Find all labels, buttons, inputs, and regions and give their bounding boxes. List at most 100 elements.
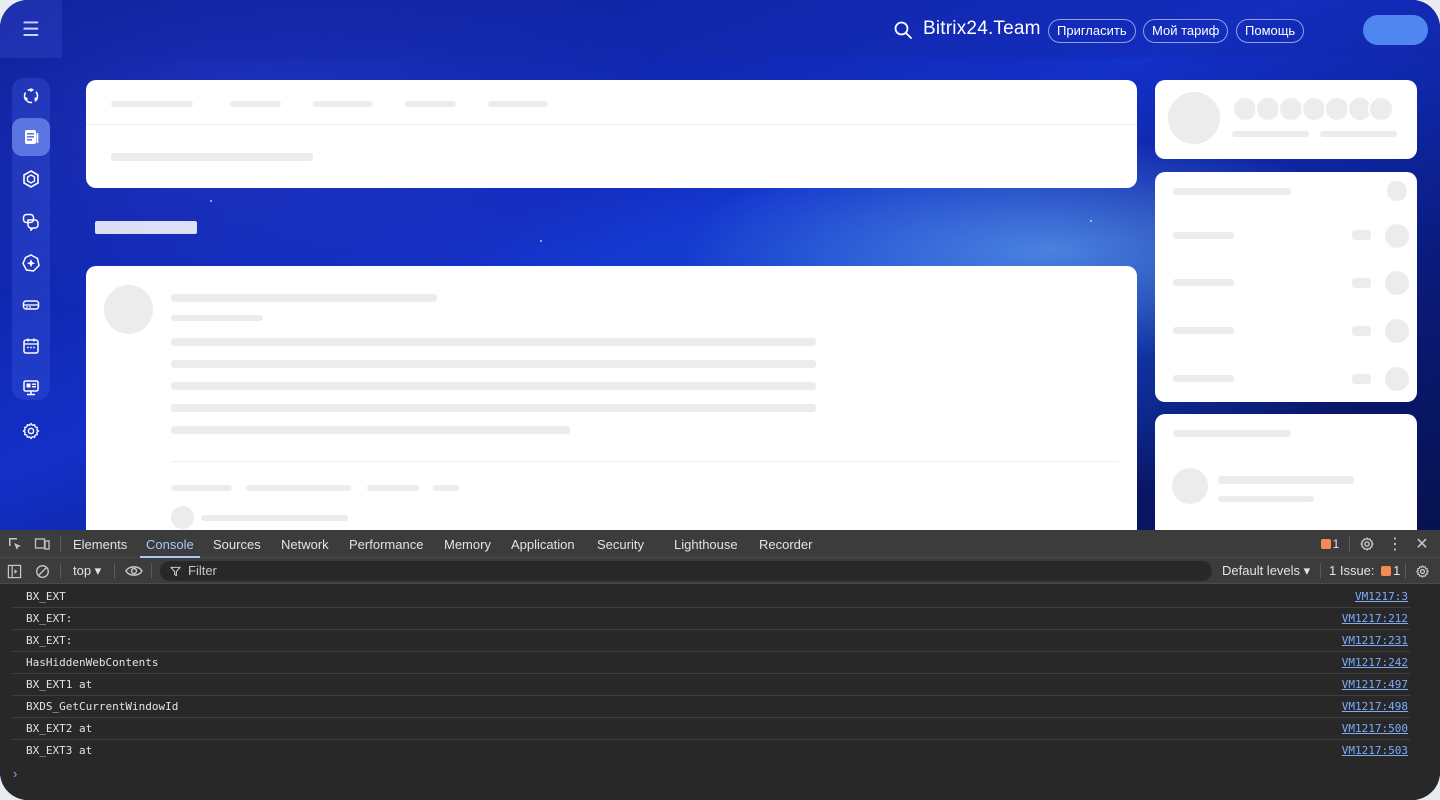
sidebar-toggle-icon[interactable] [4,558,24,584]
issues-counter[interactable]: 1 Issue: 1 [1329,558,1400,584]
skeleton-line [1218,476,1354,484]
source-link[interactable]: VM1217:212 [1342,608,1408,630]
invite-button[interactable]: Пригласить [1048,19,1136,43]
issues-badge[interactable]: 1 [1318,530,1342,558]
skeleton-line [171,360,816,368]
employees-widget [1155,80,1417,159]
activity-stream-icon[interactable] [12,77,50,115]
devtools-settings-icon[interactable] [1357,530,1377,558]
portal-name[interactable]: Bitrix24.Team [923,18,1041,40]
devtools-panel: Elements Console Sources Network Perform… [0,530,1440,800]
separator [114,563,115,579]
separator [60,563,61,579]
search-icon[interactable] [893,20,913,40]
avatar [1168,92,1220,144]
feed-icon[interactable] [12,118,50,156]
separator [1320,563,1321,579]
drive-icon[interactable] [12,286,50,324]
bitrix-app: ☰ Bitrix24.Team Пригласить Мой тариф Пом… [0,0,1440,530]
filter-placeholder: Filter [188,563,217,578]
tab-performance[interactable]: Performance [349,530,423,558]
source-link[interactable]: VM1217:231 [1342,630,1408,652]
skeleton-tab [488,101,548,107]
message-text: BX_EXT: [26,634,73,647]
message-text: BX_EXT [26,590,66,603]
skeleton-counter [1352,230,1371,240]
skeleton-line [171,404,816,412]
message-text: BX_EXT: [26,612,73,625]
tab-memory[interactable]: Memory [444,530,491,558]
clear-console-icon[interactable] [32,558,52,584]
skeleton-line [1320,131,1397,137]
skeleton-line [171,315,263,321]
close-icon[interactable]: ✕ [1412,530,1432,558]
console-message: HasHiddenWebContents VM1217:242 [12,652,1410,674]
help-button[interactable]: Помощь [1236,19,1305,43]
eye-icon[interactable] [123,558,145,584]
skeleton-line [201,515,348,521]
skeleton-line [1173,375,1234,382]
issues-badge-count: 1 [1332,537,1340,551]
log-levels-dropdown[interactable]: Default levels ▾ [1222,558,1310,584]
tab-lighthouse[interactable]: Lighthouse [674,530,738,558]
source-link[interactable]: VM1217:3 [1355,586,1408,608]
message-text: HasHiddenWebContents [26,656,159,669]
skeleton-icon [1385,319,1409,343]
tab-network[interactable]: Network [281,530,329,558]
separator [1405,563,1406,579]
skeleton-icon [1385,367,1409,391]
source-link[interactable]: VM1217:497 [1342,674,1408,696]
skeleton-action [246,485,351,491]
issues-label: 1 Issue: [1329,563,1375,578]
top-bar: ☰ Bitrix24.Team Пригласить Мой тариф Пом… [0,0,1440,58]
user-avatar-button[interactable] [1363,15,1428,45]
devtools-tab-bar: Elements Console Sources Network Perform… [0,530,1440,558]
avatar [1172,468,1208,504]
sparkle-icon[interactable] [12,244,50,282]
source-link[interactable]: VM1217:503 [1342,740,1408,762]
skeleton-action [433,485,459,491]
console-settings-icon[interactable] [1412,558,1432,584]
issues-count: 1 [1393,563,1401,578]
tab-security[interactable]: Security [597,530,644,558]
more-options-icon[interactable]: ⋮ [1385,530,1405,558]
source-link[interactable]: VM1217:498 [1342,696,1408,718]
console-prompt[interactable]: › [13,766,17,781]
chat-icon[interactable] [12,202,50,240]
separator [1349,536,1350,552]
post-composer-card[interactable] [86,80,1137,188]
inspect-element-icon[interactable] [4,530,26,558]
skeleton-line [171,338,816,346]
skeleton-action [367,485,419,491]
console-message: BX_EXT: VM1217:212 [12,608,1410,630]
console-log: BX_EXT VM1217:3 BX_EXT: VM1217:212 BX_EX… [0,586,1440,762]
browser-window: ☰ Bitrix24.Team Пригласить Мой тариф Пом… [0,0,1440,800]
skeleton-line [1173,188,1291,195]
tab-application[interactable]: Application [511,530,575,558]
skeleton-line [1173,279,1234,286]
screen-icon[interactable] [12,369,50,407]
console-filter-input[interactable]: Filter [160,561,1212,581]
menu-icon[interactable]: ☰ [0,0,62,58]
settings-icon[interactable] [12,412,50,450]
context-selector[interactable]: top ▾ [73,558,101,584]
tab-console[interactable]: Console [140,530,200,558]
my-plan-button[interactable]: Мой тариф [1143,19,1229,43]
tab-elements[interactable]: Elements [73,530,127,558]
hexagon-icon[interactable] [12,160,50,198]
filter-icon [170,566,181,577]
calendar-icon[interactable] [12,327,50,365]
news-widget [1155,414,1417,530]
tab-recorder[interactable]: Recorder [759,530,812,558]
console-message: BX_EXT3 at VM1217:503 [12,740,1410,762]
skeleton-icon [1387,181,1407,201]
skeleton-line [171,426,570,434]
source-link[interactable]: VM1217:242 [1342,652,1408,674]
source-link[interactable]: VM1217:500 [1342,718,1408,740]
warning-icon [1320,539,1331,549]
skeleton-tab [313,101,373,107]
tab-sources[interactable]: Sources [213,530,261,558]
separator [60,536,61,552]
skeleton-line [1173,327,1234,334]
device-toolbar-icon[interactable] [31,530,53,558]
